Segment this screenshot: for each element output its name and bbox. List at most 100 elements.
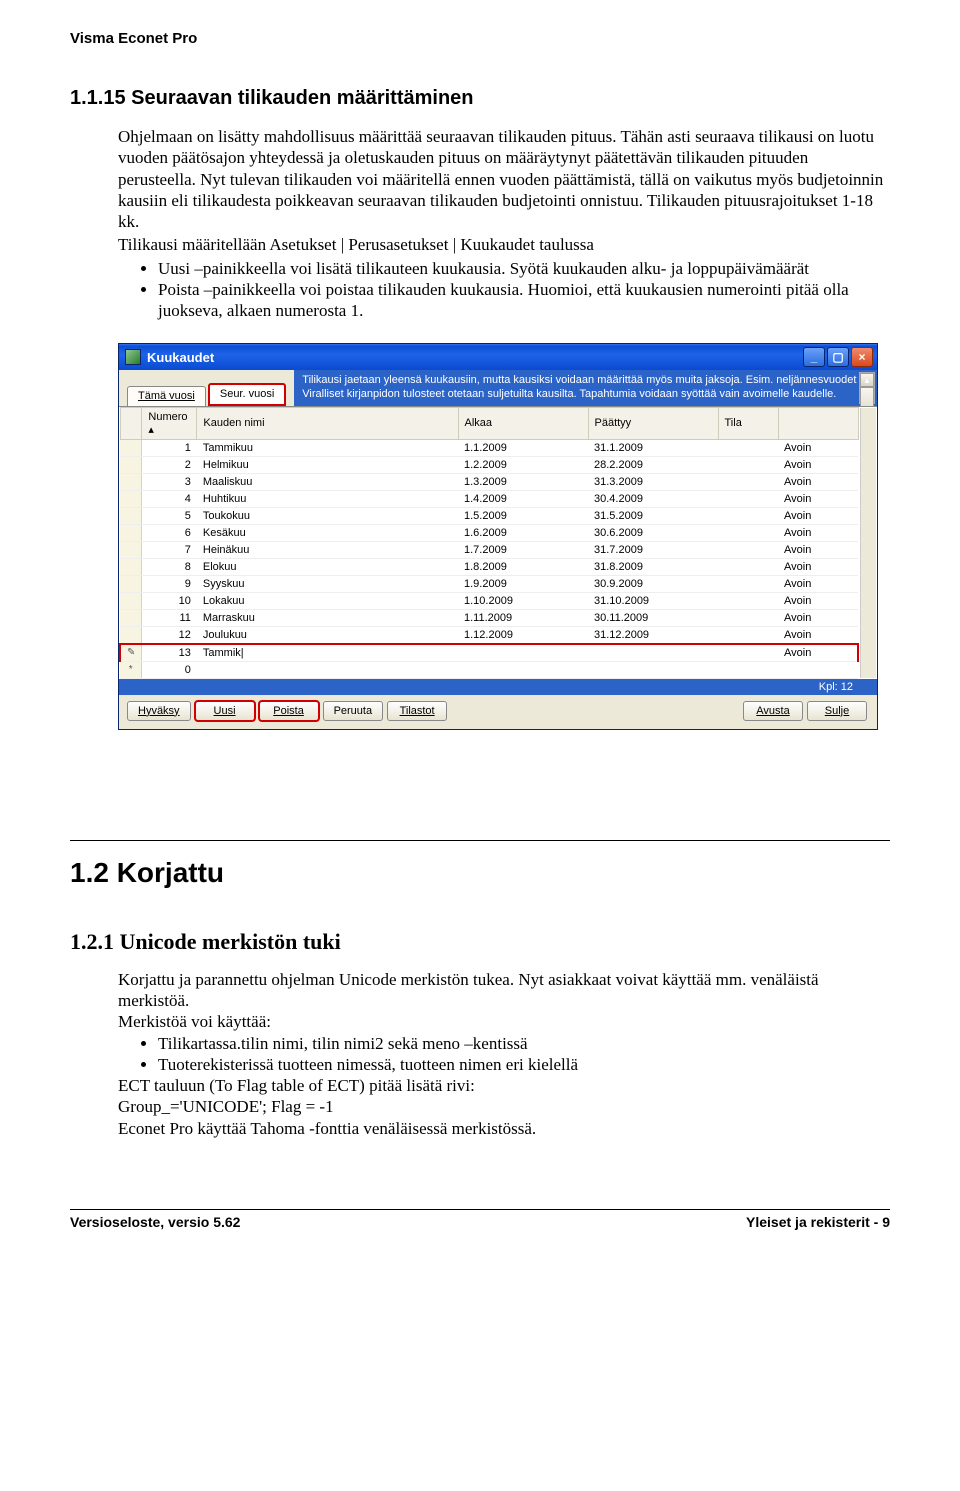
cell-paattyy: 31.8.2009 xyxy=(588,558,718,575)
table-row[interactable]: 1Tammikuu1.1.200931.1.2009 Avoin xyxy=(120,439,858,456)
table-row[interactable]: 3Maaliskuu1.3.200931.3.2009Avoin xyxy=(120,473,858,490)
cell-paattyy: 31.1.2009 xyxy=(588,439,718,456)
row-indicator xyxy=(120,473,142,490)
row-indicator xyxy=(120,507,142,524)
cell-tila: Avoin xyxy=(778,609,858,626)
cell-tila: Avoin xyxy=(778,490,858,507)
cell-numero[interactable]: 0 xyxy=(142,661,197,678)
list-item: Poista –painikkeella voi poistaa tilikau… xyxy=(158,279,890,322)
cell-tila: Avoin xyxy=(778,626,858,644)
row-indicator xyxy=(120,592,142,609)
table-row[interactable]: 2Helmikuu1.2.200928.2.2009Avoin xyxy=(120,456,858,473)
cell-alkaa: 1.10.2009 xyxy=(458,592,588,609)
table-row[interactable]: 9Syyskuu1.9.200930.9.2009Avoin xyxy=(120,575,858,592)
col-tila[interactable]: Tila xyxy=(718,407,778,439)
cell-numero: 6 xyxy=(142,524,197,541)
paragraph: Group_='UNICODE'; Flag = -1 xyxy=(118,1096,890,1117)
cell-name: Joulukuu xyxy=(197,626,458,644)
cell-tila: Avoin xyxy=(778,439,858,456)
minimize-button[interactable]: _ xyxy=(803,347,825,367)
paragraph: Korjattu ja parannettu ohjelman Unicode … xyxy=(118,969,890,1012)
cell-tila: Avoin xyxy=(778,592,858,609)
tilastot-button[interactable]: Tilastot xyxy=(387,701,447,721)
row-indicator xyxy=(120,609,142,626)
year-tabs: Tämä vuosi Seur. vuosi xyxy=(119,370,294,406)
table-row[interactable]: 6Kesäkuu1.6.200930.6.2009Avoin xyxy=(120,524,858,541)
hyvaksy-button[interactable]: Hyväksy xyxy=(127,701,191,721)
cell-tila: Avoin xyxy=(778,541,858,558)
maximize-button[interactable]: ▢ xyxy=(827,347,849,367)
cell-name: Tammikuu xyxy=(197,439,458,456)
table-row[interactable]: 11Marraskuu1.11.200930.11.2009Avoin xyxy=(120,609,858,626)
row-indicator xyxy=(120,558,142,575)
cell-numero: 8 xyxy=(142,558,197,575)
cell-alkaa: 1.1.2009 xyxy=(458,439,588,456)
paragraph: Tilikausi määritellään Asetukset | Perus… xyxy=(118,234,890,255)
table-row[interactable]: 12Joulukuu1.12.200931.12.2009Avoin xyxy=(120,626,858,644)
paragraph: Econet Pro käyttää Tahoma -fonttia venäl… xyxy=(118,1118,890,1139)
close-button[interactable]: × xyxy=(851,347,873,367)
cell-alkaa: 1.6.2009 xyxy=(458,524,588,541)
uusi-button[interactable]: Uusi xyxy=(195,701,255,721)
cell-name: Marraskuu xyxy=(197,609,458,626)
grid-status-bar: Kpl: 12 xyxy=(119,679,877,695)
cell-numero: 1 xyxy=(142,439,197,456)
edit-row-indicator-icon: ✎ xyxy=(120,644,142,662)
editing-row[interactable]: ✎ 13 Tammik| Avoin xyxy=(120,644,858,662)
row-indicator xyxy=(120,541,142,558)
info-banner: Tilikausi jaetaan yleensä kuukausiin, mu… xyxy=(294,370,877,406)
table-row[interactable]: 7Heinäkuu1.7.200931.7.2009Avoin xyxy=(120,541,858,558)
cell-name: Toukokuu xyxy=(197,507,458,524)
list-item: Uusi –painikkeella voi lisätä tilikautee… xyxy=(158,258,890,279)
col-numero[interactable]: Numero ▴ xyxy=(142,407,197,439)
cell-alkaa: 1.2.2009 xyxy=(458,456,588,473)
cell-paattyy: 28.2.2009 xyxy=(588,456,718,473)
info-banner-text: Tilikausi jaetaan yleensä kuukausiin, mu… xyxy=(302,374,856,400)
cell-tila: Avoin xyxy=(778,507,858,524)
cell-alkaa: 1.8.2009 xyxy=(458,558,588,575)
cell-tila: Avoin xyxy=(778,524,858,541)
cell-name-input[interactable]: Tammik| xyxy=(197,644,458,662)
button-bar: Hyväksy Uusi Poista Peruuta Tilastot Avu… xyxy=(119,695,877,729)
cell-paattyy: 31.5.2009 xyxy=(588,507,718,524)
section-divider xyxy=(70,840,890,841)
peruuta-button[interactable]: Peruuta xyxy=(323,701,384,721)
col-paattyy[interactable]: Päättyy xyxy=(588,407,718,439)
cell-numero[interactable]: 13 xyxy=(142,644,197,662)
titlebar[interactable]: Kuukaudet _ ▢ × xyxy=(119,344,877,370)
cell-paattyy: 30.6.2009 xyxy=(588,524,718,541)
cell-tila: Avoin xyxy=(778,456,858,473)
table-row[interactable]: 5Toukokuu1.5.200931.5.2009Avoin xyxy=(120,507,858,524)
col-kauden-nimi[interactable]: Kauden nimi xyxy=(197,407,458,439)
cell-alkaa: 1.5.2009 xyxy=(458,507,588,524)
row-indicator xyxy=(120,439,142,456)
grid-scrollbar[interactable] xyxy=(860,408,876,678)
new-row-placeholder[interactable]: * 0 xyxy=(120,661,858,678)
window-title: Kuukaudet xyxy=(147,350,214,365)
table-row[interactable]: 4Huhtikuu1.4.200930.4.2009Avoin xyxy=(120,490,858,507)
cell-numero: 7 xyxy=(142,541,197,558)
tab-next-year[interactable]: Seur. vuosi xyxy=(208,383,286,406)
months-grid: Numero ▴ Kauden nimi Alkaa Päättyy Tila … xyxy=(119,406,877,679)
heading-1-2-1: 1.2.1 Unicode merkistön tuki xyxy=(70,929,890,955)
scroll-up-icon[interactable]: ▴ xyxy=(860,373,874,387)
cell-paattyy: 31.12.2009 xyxy=(588,626,718,644)
table-row[interactable]: 8Elokuu1.8.200931.8.2009Avoin xyxy=(120,558,858,575)
row-indicator xyxy=(120,524,142,541)
cell-numero: 11 xyxy=(142,609,197,626)
cell-alkaa: 1.12.2009 xyxy=(458,626,588,644)
col-alkaa[interactable]: Alkaa xyxy=(458,407,588,439)
sulje-button[interactable]: Sulje xyxy=(807,701,867,721)
avusta-button[interactable]: Avusta xyxy=(743,701,803,721)
cell-paattyy: 31.7.2009 xyxy=(588,541,718,558)
poista-button[interactable]: Poista xyxy=(259,701,319,721)
info-scrollbar[interactable]: ▴ xyxy=(859,372,875,404)
cell-paattyy: 31.10.2009 xyxy=(588,592,718,609)
paragraph: Merkistöä voi käyttää: xyxy=(118,1011,890,1032)
cell-numero: 9 xyxy=(142,575,197,592)
cell-tila: Avoin xyxy=(778,558,858,575)
tab-this-year[interactable]: Tämä vuosi xyxy=(127,386,206,406)
table-row[interactable]: 10Lokakuu1.10.200931.10.2009Avoin xyxy=(120,592,858,609)
cell-paattyy: 31.3.2009 xyxy=(588,473,718,490)
row-indicator xyxy=(120,626,142,644)
